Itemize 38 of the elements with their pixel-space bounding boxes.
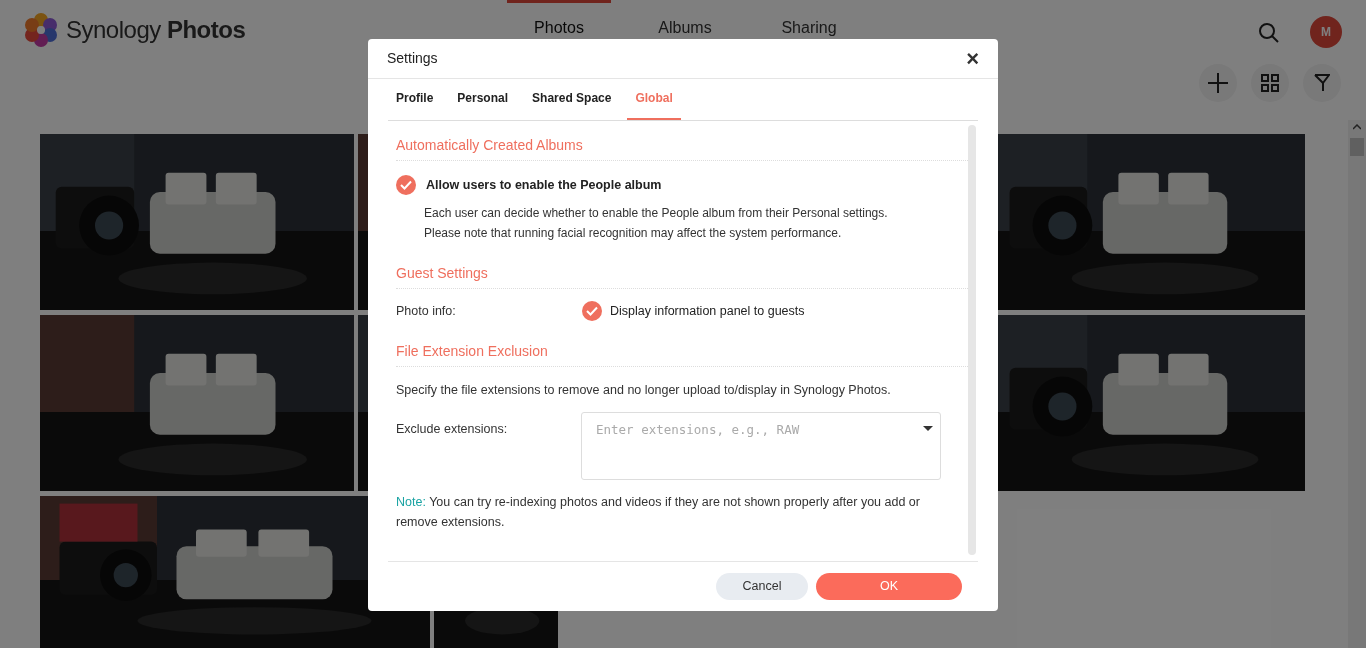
- tab[interactable]: Personal: [457, 78, 509, 120]
- tab[interactable]: Profile: [396, 78, 434, 120]
- section-heading: Guest Settings: [396, 263, 968, 289]
- flower-logo-icon: [24, 13, 58, 47]
- search-icon[interactable]: [1258, 22, 1280, 44]
- tab[interactable]: Shared Space: [532, 78, 612, 120]
- cancel-button[interactable]: Cancel: [716, 573, 808, 600]
- plus-icon: [1208, 73, 1228, 93]
- check-icon: [400, 180, 412, 190]
- filter-icon: [1314, 74, 1330, 92]
- filter-button[interactable]: [1303, 64, 1341, 102]
- description-text: Specify the file extensions to remove and no longer upload to/display in Synology Photos.: [396, 382, 892, 399]
- section-heading: File Extension Exclusion: [396, 341, 968, 367]
- scroll-up-icon[interactable]: [1353, 124, 1361, 130]
- nav-tab[interactable]: Albums: [635, 0, 735, 40]
- app-name: Synology Photos: [66, 15, 246, 45]
- checkbox[interactable]: [582, 301, 602, 321]
- field-label: Photo info:: [396, 302, 457, 320]
- close-button[interactable]: ×: [966, 47, 979, 70]
- dialog-title: Settings: [387, 49, 438, 68]
- checkbox[interactable]: [396, 175, 416, 195]
- note-text: Note: You can try re-indexing photos and videos if they are not shown properly after you add or remove extensions.: [396, 493, 921, 531]
- grid-icon: [1261, 74, 1279, 92]
- checkbox-label[interactable]: Allow users to enable the People album: [426, 175, 662, 195]
- caret-icon[interactable]: [923, 425, 933, 431]
- extensions-field[interactable]: Enter extensions, e.g., RAW: [581, 411, 941, 480]
- section-heading: Automatically Created Albums: [396, 135, 968, 161]
- description-text: Please note that running facial recognition may affect the system performance.: [424, 225, 843, 242]
- scrollbar-thumb[interactable]: [1350, 138, 1364, 156]
- add-button[interactable]: [1199, 64, 1237, 102]
- content-scrollbar[interactable]: [968, 125, 976, 555]
- scrollbar[interactable]: [1348, 120, 1366, 648]
- nav-tab[interactable]: Sharing: [759, 0, 859, 40]
- field-label: Exclude extensions:: [396, 420, 509, 438]
- checkbox-label[interactable]: Display information panel to guests: [610, 301, 805, 321]
- description-text: Each user can decide whether to enable the People album from their Personal settings.: [424, 205, 889, 222]
- grid-view-button[interactable]: [1251, 64, 1289, 102]
- check-icon: [586, 306, 598, 316]
